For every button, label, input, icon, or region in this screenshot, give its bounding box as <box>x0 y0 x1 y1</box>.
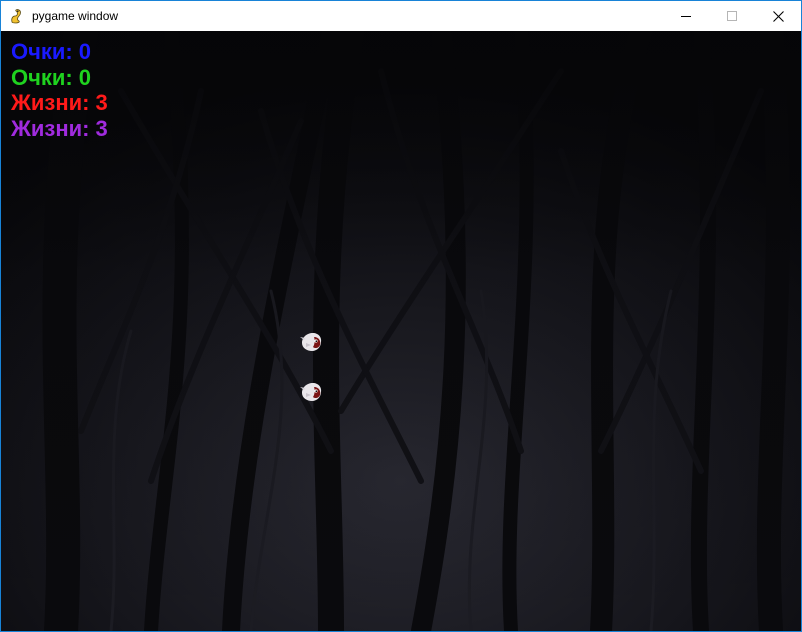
p2-lives-value: 3 <box>95 115 108 141</box>
title-bar[interactable]: pygame window <box>1 1 801 31</box>
p1-lives-value: 3 <box>95 90 108 115</box>
p2-score: Очки: 0 <box>11 65 108 91</box>
ghost-bird-2 <box>300 381 324 408</box>
ghost-bird-icon <box>300 333 322 351</box>
maximize-button[interactable] <box>709 1 755 31</box>
p2-score-label: Очки: <box>11 64 73 90</box>
close-icon <box>772 10 784 22</box>
p1-lives-label: Жизни: <box>11 90 90 115</box>
window-title: pygame window <box>32 9 119 23</box>
close-button[interactable] <box>755 1 801 31</box>
hud: Очки: 0 Очки: 0 Жизни: 3 Жизни: 3 <box>11 39 108 141</box>
dark-forest-background <box>1 31 801 631</box>
minimize-icon <box>681 16 691 17</box>
pygame-snake-icon <box>9 8 25 24</box>
p2-lives-label: Жизни: <box>11 115 90 141</box>
minimize-button[interactable] <box>663 1 709 31</box>
p1-score: Очки: 0 <box>11 39 108 65</box>
p2-lives: Жизни: 3 <box>11 116 108 142</box>
p2-score-value: 0 <box>78 64 91 90</box>
maximize-icon <box>727 11 737 21</box>
p1-score-label: Очки: <box>11 39 73 64</box>
p1-score-value: 0 <box>78 39 91 64</box>
ghost-bird-icon <box>300 383 322 401</box>
p1-lives: Жизни: 3 <box>11 90 108 116</box>
ghost-bird-1 <box>300 331 324 358</box>
game-canvas[interactable]: Очки: 0 Очки: 0 Жизни: 3 Жизни: 3 <box>1 31 801 631</box>
pygame-window: pygame window Очки: 0 Очки: 0 Жизни: 3 Ж… <box>0 0 802 632</box>
